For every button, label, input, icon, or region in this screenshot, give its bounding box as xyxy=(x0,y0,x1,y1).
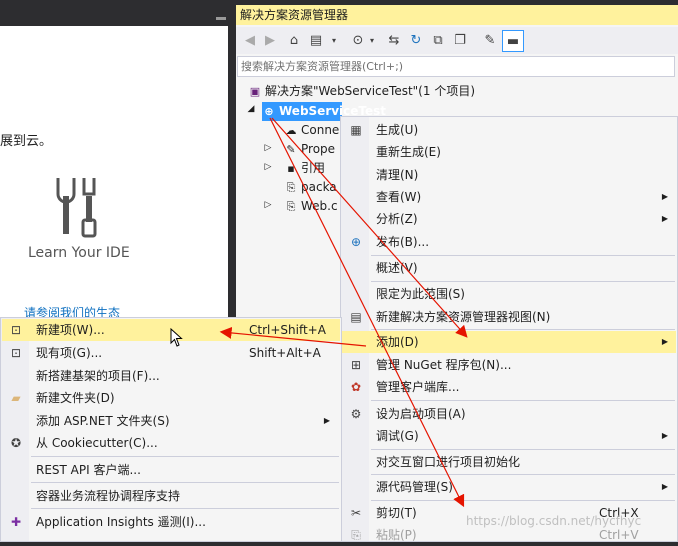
arrow-project-to-add xyxy=(271,117,468,338)
watermark: https://blog.csdn.net/hycfhyc xyxy=(466,514,642,528)
arrow-project-down xyxy=(269,117,465,508)
annotation-arrows xyxy=(219,117,468,508)
arrow-add-to-new-item xyxy=(219,326,367,347)
mouse-cursor-icon xyxy=(170,327,184,351)
